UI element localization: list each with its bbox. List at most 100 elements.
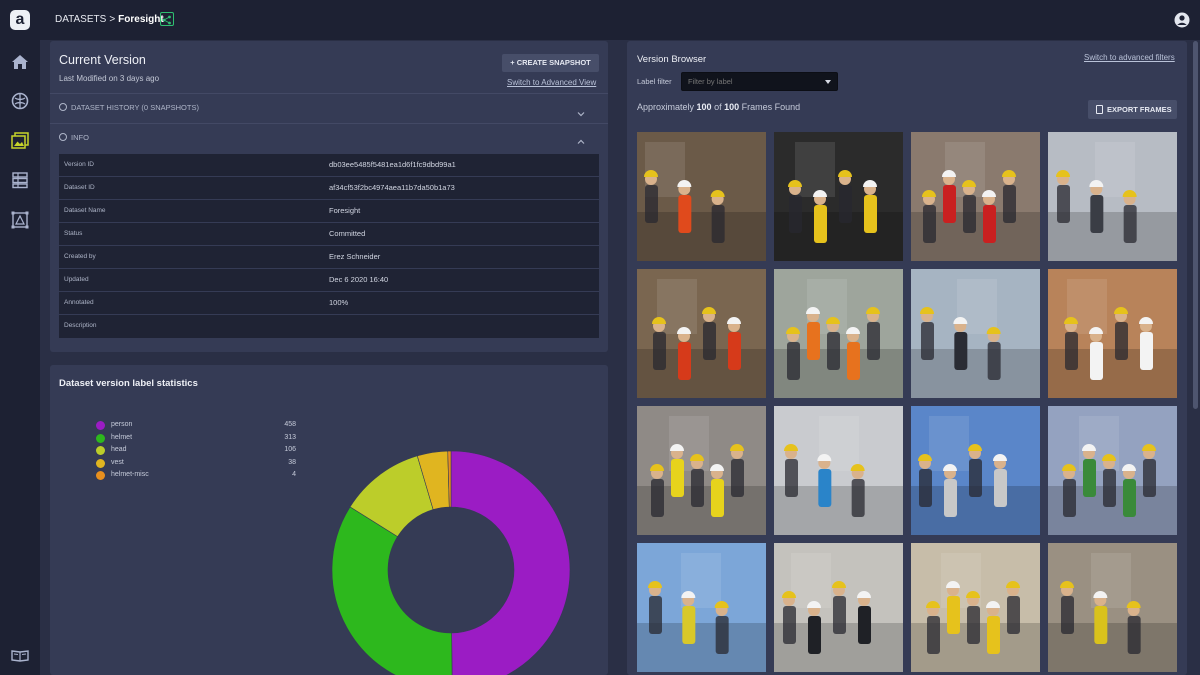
dropdown-caret-icon[interactable] xyxy=(825,80,831,84)
info-icon xyxy=(59,133,67,141)
frame-image xyxy=(774,406,903,535)
legend-label: helmet-misc xyxy=(111,471,149,478)
info-value: db03ee5485f5481ea1d6f1fc9dbd99a1 xyxy=(329,160,456,169)
legend-item[interactable]: helmet-misc 4 xyxy=(96,470,296,483)
info-row-annotated: Annotated 100% xyxy=(59,291,599,314)
breadcrumb-datasets[interactable]: DATASETS xyxy=(55,14,106,25)
info-key: Status xyxy=(64,230,83,237)
docs-book-icon[interactable] xyxy=(10,645,30,665)
legend-label: person xyxy=(111,421,133,428)
create-snapshot-button[interactable]: + CREATE SNAPSHOT xyxy=(502,54,599,72)
frame-image xyxy=(911,543,1040,672)
bounding-box-icon[interactable] xyxy=(10,210,30,230)
donut-slice-person[interactable] xyxy=(450,450,571,675)
app-logo[interactable]: a xyxy=(10,10,30,30)
brain-icon[interactable] xyxy=(10,91,30,111)
info-key: Description xyxy=(64,322,97,329)
frame-thumbnail[interactable] xyxy=(774,543,903,672)
frame-thumbnail[interactable] xyxy=(774,406,903,535)
breadcrumb-separator: > xyxy=(109,14,116,25)
divider xyxy=(50,93,608,94)
export-frames-label: EXPORT FRAMES xyxy=(1107,105,1172,114)
info-row-created-by: Created by Erez Schneider xyxy=(59,245,599,268)
frame-thumbnail[interactable] xyxy=(1048,406,1177,535)
frame-thumbnail[interactable] xyxy=(774,132,903,261)
legend-label: vest xyxy=(111,458,124,466)
frame-thumbnail[interactable] xyxy=(911,269,1040,398)
document-icon xyxy=(1096,105,1103,114)
frames-found-prefix: Approximately xyxy=(637,102,697,112)
frame-thumbnail[interactable] xyxy=(911,406,1040,535)
image-gallery-icon[interactable] xyxy=(10,131,30,151)
frame-image xyxy=(1048,132,1177,261)
frame-thumbnail[interactable] xyxy=(1048,132,1177,261)
legend-swatch xyxy=(96,471,105,480)
frames-found-count: 100 xyxy=(696,102,712,112)
switch-advanced-view-link[interactable]: Switch to Advanced View xyxy=(507,78,596,87)
frame-thumbnail[interactable] xyxy=(1048,543,1177,672)
legend-swatch xyxy=(96,458,105,468)
label-filter-input[interactable] xyxy=(682,73,822,90)
label-statistics-title: Dataset version label statistics xyxy=(59,378,198,389)
label-filter-select[interactable] xyxy=(681,72,838,91)
share-icon[interactable] xyxy=(160,12,174,26)
version-browser-panel: Version Browser Switch to advanced filte… xyxy=(627,41,1187,675)
frame-image xyxy=(1048,269,1177,398)
info-key: Dataset Name xyxy=(64,207,106,214)
legend-label: head xyxy=(111,446,127,453)
frame-thumbnail[interactable] xyxy=(774,269,903,398)
legend-item[interactable]: helmet 313 xyxy=(96,433,296,446)
home-icon[interactable] xyxy=(10,52,30,72)
info-row-dataset-name: Dataset Name Foresight xyxy=(59,199,599,222)
dataset-history-toggle[interactable]: DATASET HISTORY (0 SNAPSHOTS) xyxy=(59,103,199,112)
sidebar xyxy=(0,40,40,675)
info-key: Created by xyxy=(64,253,96,260)
info-row-status: Status Committed xyxy=(59,222,599,245)
info-row-version-id: Version ID db03ee5485f5481ea1d6f1fc9dbd99… xyxy=(59,153,599,176)
legend-item[interactable]: person 458 xyxy=(96,420,296,433)
info-row-updated: Updated Dec 6 2020 16:40 xyxy=(59,268,599,291)
current-version-panel: Current Version Last Modified on 3 days … xyxy=(50,41,608,352)
frame-thumbnail[interactable] xyxy=(637,406,766,535)
clock-icon xyxy=(59,103,67,111)
info-key: Annotated xyxy=(64,299,94,306)
legend-count: 458 xyxy=(284,421,296,428)
label-filter-label: Label filter xyxy=(637,77,672,86)
frame-thumbnail[interactable] xyxy=(911,543,1040,672)
frame-image xyxy=(774,132,903,261)
info-row-description: Description xyxy=(59,314,599,337)
label-donut-chart xyxy=(331,450,571,675)
version-browser-title: Version Browser xyxy=(637,54,707,65)
dataset-list-icon[interactable] xyxy=(10,170,30,190)
chevron-up-icon[interactable] xyxy=(577,133,585,144)
frame-image xyxy=(911,132,1040,261)
frames-found-suffix: Frames Found xyxy=(739,102,801,112)
dataset-history-label: DATASET HISTORY (0 SNAPSHOTS) xyxy=(71,103,199,112)
info-label: INFO xyxy=(71,133,89,142)
legend-swatch xyxy=(96,446,105,455)
divider xyxy=(50,123,608,124)
frame-thumbnail[interactable] xyxy=(911,132,1040,261)
frame-thumbnail[interactable] xyxy=(1048,269,1177,398)
legend-count: 38 xyxy=(288,458,296,466)
frame-image xyxy=(774,543,903,672)
frames-found-text: Approximately 100 of 100 Frames Found xyxy=(637,102,800,112)
current-version-title: Current Version xyxy=(59,53,146,67)
frame-thumbnail[interactable] xyxy=(637,269,766,398)
frame-image xyxy=(911,269,1040,398)
user-circle-icon[interactable] xyxy=(1174,12,1190,28)
frame-image xyxy=(637,269,766,398)
legend-count: 106 xyxy=(284,446,296,453)
switch-advanced-filters-link[interactable]: Switch to advanced filters xyxy=(1084,53,1175,62)
frames-found-mid: of xyxy=(711,102,725,112)
frame-thumbnail[interactable] xyxy=(637,543,766,672)
frame-thumbnail[interactable] xyxy=(637,132,766,261)
legend-item[interactable]: vest 38 xyxy=(96,458,296,471)
frame-image xyxy=(774,269,903,398)
legend-item[interactable]: head 106 xyxy=(96,445,296,458)
info-value: af34cf53f2bc4974aea11b7da50b1a73 xyxy=(329,183,455,192)
export-frames-button[interactable]: EXPORT FRAMES xyxy=(1088,100,1177,119)
chevron-down-icon[interactable] xyxy=(577,105,585,117)
info-toggle[interactable]: INFO xyxy=(59,133,89,142)
scrollbar[interactable] xyxy=(1193,41,1198,409)
